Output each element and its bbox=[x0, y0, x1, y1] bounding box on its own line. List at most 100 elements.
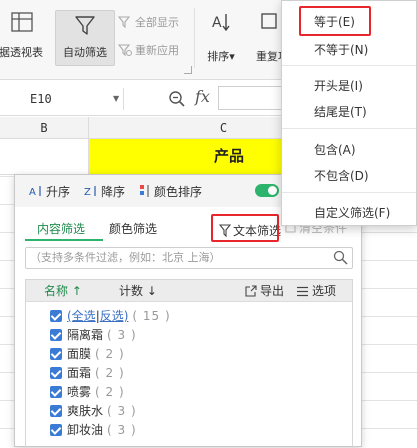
count-header-label: 计数 bbox=[119, 284, 144, 298]
duplicates-icon bbox=[261, 13, 277, 29]
funnel-small-icon bbox=[118, 16, 131, 29]
invert-selection-link[interactable]: 反选) bbox=[100, 307, 129, 324]
reapply-button[interactable]: 重新应用 bbox=[118, 42, 179, 58]
options-label: 选项 bbox=[312, 284, 337, 298]
funnel-icon bbox=[75, 16, 95, 35]
text-filter-menu: 等于(E) 不等于(N) 开头是(I) 结尾是(T) 包含(A) 不包含(D) … bbox=[281, 0, 417, 226]
menu-divider bbox=[282, 128, 416, 129]
menu-item-equals[interactable]: 等于(E) bbox=[314, 13, 355, 30]
menu-item-ends-with[interactable]: 结尾是(T) bbox=[314, 103, 367, 120]
checkbox-checked-icon[interactable] bbox=[50, 385, 62, 398]
name-header-label: 名称 bbox=[44, 284, 69, 298]
group-launcher-icon[interactable] bbox=[184, 66, 192, 74]
sort-descending-label: 降序 bbox=[101, 184, 126, 199]
menu-divider bbox=[282, 65, 416, 66]
checkbox-checked-icon[interactable] bbox=[50, 423, 62, 436]
menu-item-not-equals[interactable]: 不等于(N) bbox=[314, 41, 368, 58]
list-item-count: ( 2 ) bbox=[95, 384, 125, 399]
autofilter-button[interactable]: 自动筛选 bbox=[55, 10, 115, 66]
pivot-table-button[interactable]: 数据透视表 bbox=[0, 10, 44, 59]
refresh-filter-icon bbox=[118, 44, 132, 57]
sort-label-text: 排序 bbox=[207, 50, 230, 63]
list-item[interactable]: 爽肤水 ( 3 ) bbox=[50, 401, 137, 420]
tab-color-filter[interactable]: 颜色筛选 bbox=[109, 220, 157, 237]
pivot-table-label: 数据透视表 bbox=[0, 46, 43, 59]
checkbox-checked-icon[interactable] bbox=[50, 309, 62, 322]
select-all-link[interactable]: (全选 bbox=[67, 307, 96, 324]
list-item-count: ( 2 ) bbox=[95, 365, 125, 380]
pivot-table-icon bbox=[11, 12, 33, 32]
list-item-label: 卸妆油 bbox=[67, 423, 104, 437]
color-sort-button[interactable]: 颜色排序 bbox=[139, 183, 202, 200]
show-all-label: 全部显示 bbox=[135, 16, 179, 29]
checkbox-checked-icon[interactable] bbox=[50, 328, 62, 341]
ribbon-divider bbox=[194, 8, 195, 68]
list-item-count: ( 3 ) bbox=[107, 403, 137, 418]
autofilter-label: 自动筛选 bbox=[63, 46, 107, 59]
list-item[interactable]: 喷雾 ( 2 ) bbox=[50, 382, 125, 401]
export-icon bbox=[245, 284, 257, 297]
list-item[interactable]: 面霜 ( 2 ) bbox=[50, 363, 125, 382]
filter-toggle[interactable] bbox=[255, 184, 279, 197]
menu-item-contains[interactable]: 包含(A) bbox=[314, 141, 356, 158]
sort-descending-button[interactable]: Z 降序 bbox=[84, 183, 125, 200]
list-item-label: 面霜 bbox=[67, 366, 92, 380]
sort-az-icon: A bbox=[212, 14, 230, 32]
text-filter-label: 文本筛选 bbox=[233, 224, 282, 238]
show-all-button[interactable]: 全部显示 bbox=[118, 14, 179, 30]
list-item-label: 喷雾 bbox=[67, 385, 92, 399]
export-button[interactable]: 导出 bbox=[244, 280, 284, 302]
sort-label: 排序▾ bbox=[207, 50, 235, 63]
menu-divider bbox=[282, 192, 416, 193]
arrow-up-icon: ↑ bbox=[68, 284, 82, 298]
tab-text-filter[interactable]: 文本筛选 bbox=[215, 217, 285, 241]
list-item-count: ( 3 ) bbox=[107, 422, 137, 437]
formula-input[interactable] bbox=[218, 86, 288, 110]
list-item[interactable]: 卸妆油 ( 3 ) bbox=[50, 420, 137, 439]
active-tab-underline bbox=[25, 239, 103, 241]
list-item-count: ( 2 ) bbox=[95, 346, 125, 361]
name-column-header[interactable]: 名称 ↑ bbox=[44, 280, 82, 302]
list-item-label: 面膜 bbox=[67, 347, 92, 361]
sort-button[interactable]: A 排序▾ bbox=[200, 10, 242, 64]
arrow-down-icon: ↓ bbox=[143, 284, 157, 298]
select-all-count: ( 15 ) bbox=[132, 308, 171, 323]
cell-b1[interactable] bbox=[0, 139, 89, 174]
menu-item-not-contains[interactable]: 不包含(D) bbox=[314, 167, 369, 184]
list-item[interactable]: 隔离霜 ( 3 ) bbox=[50, 325, 137, 344]
filter-search-input[interactable]: （支持多条件过滤，例如：北京 上海） bbox=[25, 247, 353, 269]
svg-text:A: A bbox=[212, 15, 222, 31]
sort-descending-icon: Z bbox=[84, 186, 96, 198]
column-header-b[interactable]: B bbox=[0, 117, 89, 139]
checkbox-checked-icon[interactable] bbox=[50, 404, 62, 417]
tab-content-filter[interactable]: 内容筛选 bbox=[37, 220, 85, 237]
search-icon[interactable] bbox=[333, 250, 348, 265]
menu-item-custom-filter[interactable]: 自定义筛选(F) bbox=[314, 204, 390, 221]
svg-text:A: A bbox=[29, 187, 36, 198]
sort-ascending-button[interactable]: A 升序 bbox=[29, 183, 70, 200]
list-item[interactable]: 面膜 ( 2 ) bbox=[50, 344, 125, 363]
list-item-label: 隔离霜 bbox=[67, 328, 104, 342]
checkbox-checked-icon[interactable] bbox=[50, 366, 62, 379]
reapply-label: 重新应用 bbox=[135, 44, 179, 57]
value-list: 名称 ↑ 计数 ↓ 导出 选项 (全选 | 反选) (15) 隔离霜 (3… bbox=[25, 279, 353, 448]
zoom-icon[interactable] bbox=[168, 90, 186, 108]
sort-ascending-label: 升序 bbox=[46, 184, 71, 199]
checkbox-checked-icon[interactable] bbox=[50, 347, 62, 360]
menu-item-begins-with[interactable]: 开头是(I) bbox=[314, 77, 363, 94]
list-item-count: ( 3 ) bbox=[107, 327, 137, 342]
chevron-down-icon[interactable]: ▼ bbox=[113, 88, 119, 110]
export-label: 导出 bbox=[260, 284, 285, 298]
value-list-header: 名称 ↑ 计数 ↓ 导出 选项 bbox=[26, 280, 352, 302]
menu-lines-icon bbox=[297, 286, 308, 296]
text-filter-icon bbox=[219, 223, 231, 237]
options-button[interactable]: 选项 bbox=[296, 280, 336, 302]
color-sort-label: 颜色排序 bbox=[154, 184, 203, 199]
fx-icon[interactable]: fx bbox=[195, 87, 210, 106]
select-all-item[interactable]: (全选 | 反选) ( 15 ) bbox=[50, 306, 171, 325]
search-placeholder: （支持多条件过滤，例如：北京 上海） bbox=[30, 251, 221, 264]
count-column-header[interactable]: 计数 ↓ bbox=[119, 280, 157, 302]
name-box[interactable]: E10 bbox=[0, 88, 124, 110]
sort-ascending-icon: A bbox=[29, 186, 41, 198]
color-sort-icon bbox=[140, 185, 149, 197]
